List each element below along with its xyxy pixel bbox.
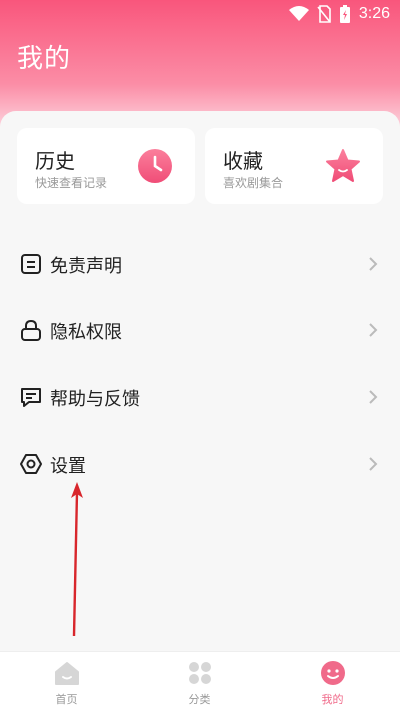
chevron-right-icon (369, 323, 378, 337)
tab-home-label: 首页 (55, 693, 78, 706)
menu-item-disclaimer[interactable]: 免责声明 (0, 234, 400, 294)
history-title: 历史 (35, 149, 75, 173)
history-subtitle: 快速查看记录 (35, 176, 108, 190)
chevron-right-icon (369, 457, 378, 471)
wifi-icon (288, 6, 309, 21)
tab-categories[interactable]: 分类 (133, 652, 266, 712)
menu-item-help-feedback[interactable]: 帮助与反馈 (0, 367, 400, 427)
annotation-arrow (71, 482, 83, 637)
favorites-card[interactable]: 收藏 喜欢剧集合 (205, 128, 383, 204)
star-icon (326, 149, 360, 182)
tab-categories-label: 分类 (188, 693, 211, 706)
battery-charging-icon (339, 5, 350, 23)
menu-label-disclaimer: 免责声明 (50, 256, 122, 277)
no-sim-icon (317, 5, 331, 23)
tab-mine[interactable]: 我的 (266, 652, 399, 712)
favorites-subtitle: 喜欢剧集合 (223, 176, 284, 190)
page-title: 我的 (17, 44, 72, 74)
menu-label-help-feedback: 帮助与反馈 (50, 389, 140, 410)
grid-icon (189, 662, 211, 684)
favorites-title: 收藏 (223, 149, 263, 173)
tab-mine-label: 我的 (321, 693, 344, 706)
tab-home[interactable]: 首页 (0, 652, 133, 712)
document-icon (21, 254, 41, 274)
status-bar: 3:26 (0, 0, 400, 28)
menu-label-privacy: 隐私权限 (50, 322, 122, 343)
status-time: 3:26 (358, 5, 390, 22)
home-icon (55, 662, 79, 685)
clock-icon (138, 149, 172, 183)
bottom-tab-bar: 首页 分类 我的 (0, 651, 400, 712)
menu-label-settings: 设置 (50, 456, 86, 477)
chat-feedback-icon (21, 388, 41, 407)
lock-icon (21, 319, 41, 341)
hexagon-settings-icon (20, 454, 42, 474)
chevron-right-icon (369, 257, 378, 271)
chevron-right-icon (369, 390, 378, 404)
history-card[interactable]: 历史 快速查看记录 (17, 128, 195, 204)
smiley-icon (321, 661, 345, 685)
menu-item-privacy[interactable]: 隐私权限 (0, 300, 400, 360)
